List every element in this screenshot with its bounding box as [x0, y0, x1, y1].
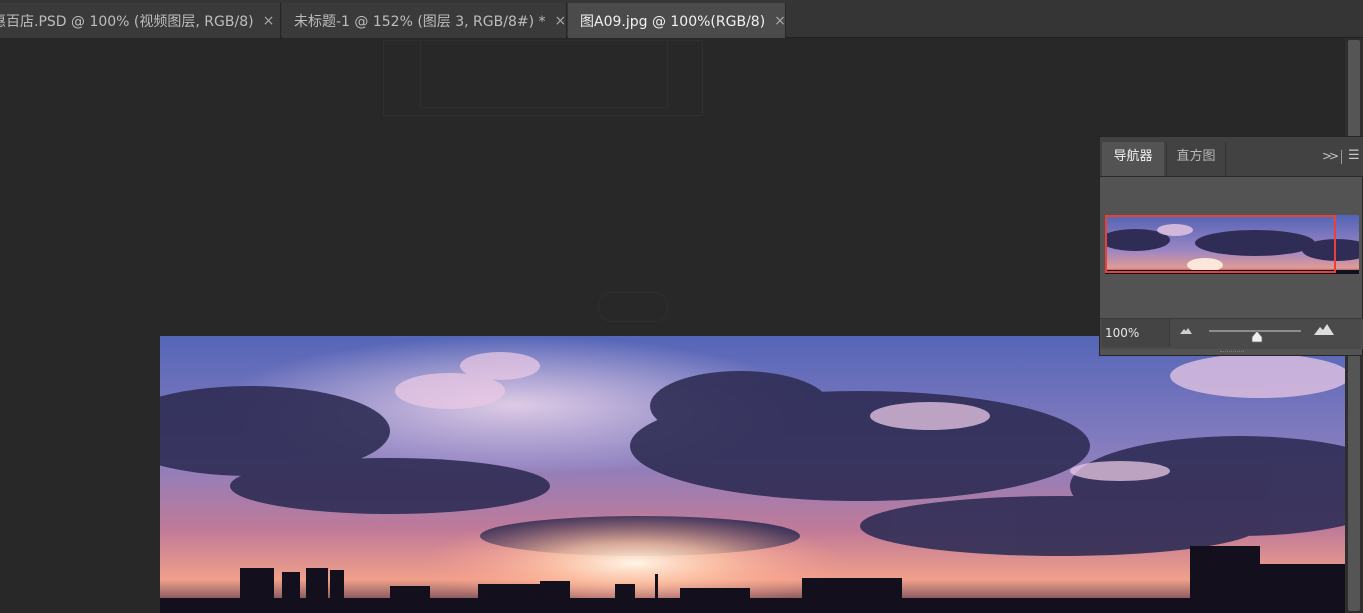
tab-histogram[interactable]: 直方图: [1166, 142, 1226, 176]
panel-resize-grip[interactable]: [1220, 351, 1244, 354]
tab-label: 未标题-1 @ 152% (图层 3, RGB/8#) *: [294, 13, 546, 30]
close-icon[interactable]: ×: [263, 13, 275, 29]
close-icon[interactable]: ×: [555, 13, 566, 29]
document-tab-jpg[interactable]: 图A09.jpg @ 100%(RGB/8) ×: [568, 3, 786, 38]
view-proxy-box[interactable]: [1105, 215, 1336, 273]
tab-label: 图A09.jpg @ 100%(RGB/8): [580, 13, 766, 30]
zoom-slider-handle[interactable]: [1251, 331, 1263, 343]
tab-label: 惠百店.PSD @ 100% (视频图层, RGB/8): [0, 13, 254, 30]
navigator-panel: 导航器 直方图 >> ☰ 100%: [1099, 136, 1363, 356]
document-tab-bar: 惠百店.PSD @ 100% (视频图层, RGB/8) × 未标题-1 @ 1…: [0, 0, 1363, 38]
panel-tab-strip: 导航器 直方图 >> ☰: [1100, 137, 1363, 177]
zoom-in-mountain-icon[interactable]: [1314, 324, 1334, 335]
document-tab-psd[interactable]: 惠百店.PSD @ 100% (视频图层, RGB/8) ×: [0, 3, 281, 38]
canvas-image[interactable]: [160, 336, 1345, 613]
background-layer-ghost: [598, 292, 668, 322]
document-tab-untitled[interactable]: 未标题-1 @ 152% (图层 3, RGB/8#) * ×: [282, 3, 567, 38]
tab-navigator[interactable]: 导航器: [1102, 142, 1164, 176]
panel-divider: [1341, 150, 1342, 164]
panel-menu-icon[interactable]: ☰: [1348, 148, 1360, 163]
background-layer-ghost: [420, 40, 668, 108]
zoom-out-mountain-icon[interactable]: [1180, 327, 1192, 334]
double-chevron-right-icon[interactable]: >>: [1322, 149, 1339, 163]
close-icon[interactable]: ×: [774, 13, 785, 29]
zoom-level-field[interactable]: 100%: [1102, 319, 1170, 347]
